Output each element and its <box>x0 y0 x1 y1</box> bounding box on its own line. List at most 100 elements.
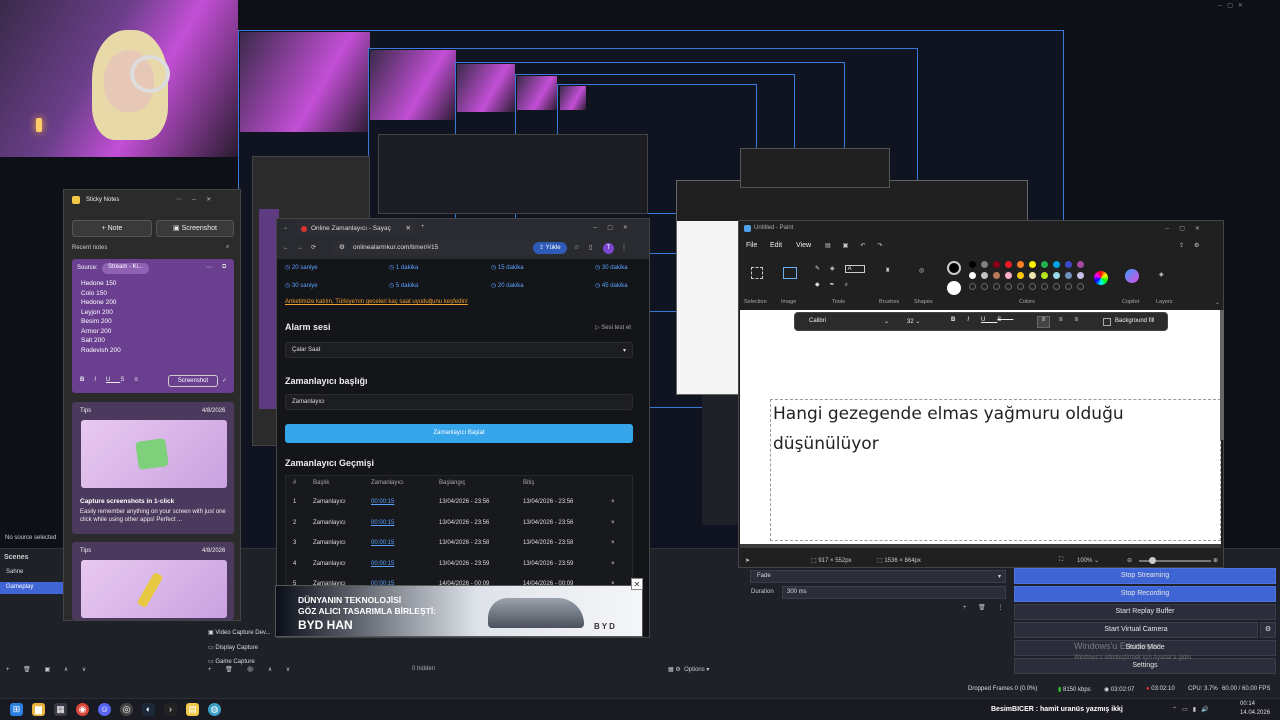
color-swatch[interactable] <box>1065 261 1072 268</box>
zoom-in-icon[interactable]: ⊕ <box>1213 557 1218 564</box>
color-palette[interactable] <box>969 261 1089 297</box>
transition-select[interactable]: Fade ▾ <box>750 570 1006 583</box>
selection-icon[interactable] <box>751 267 763 279</box>
color-swatch[interactable] <box>1005 272 1012 279</box>
color-swatch[interactable] <box>1053 261 1060 268</box>
custom-color-swatch[interactable] <box>1029 283 1036 290</box>
vertical-scrollbar[interactable] <box>1220 310 1224 440</box>
menu-icon[interactable]: ⋮ <box>621 244 627 251</box>
new-tab-icon[interactable]: + <box>421 224 425 230</box>
zoom-out-icon[interactable]: ⊖ <box>1127 557 1132 564</box>
color-swatch[interactable] <box>993 272 1000 279</box>
chrome-icon[interactable]: ◉ <box>76 703 89 716</box>
mixer-options[interactable]: ▦ ⚙ Options ▾ <box>668 666 709 673</box>
chevron-down-icon[interactable]: ⌄ <box>1215 299 1220 306</box>
note-screenshot-button[interactable]: Screenshot <box>168 375 218 387</box>
image-icon[interactable] <box>783 267 797 279</box>
color-swatch[interactable] <box>1065 272 1072 279</box>
color-swatch[interactable] <box>969 272 976 279</box>
share-settings-icons[interactable]: ⇪⚙ <box>1179 242 1209 249</box>
scene-toolbar[interactable]: + 🗑 ▣ ∧ ∨ <box>6 666 92 673</box>
upload-button[interactable]: ⇪ Yükle <box>533 242 567 254</box>
clock-date[interactable]: 14.04.2026 <box>1240 710 1270 716</box>
color-swatch[interactable] <box>1029 272 1036 279</box>
obs-icon[interactable]: ◎ <box>120 703 133 716</box>
steam-icon[interactable]: ◐ <box>142 703 155 716</box>
ad-banner[interactable]: DÜNYANIN TEKNOLOJİSİ GÖZ ALICI TASARIMLA… <box>275 578 643 637</box>
screenshot-button[interactable]: ▣ Screenshot <box>156 220 234 237</box>
color-swatch[interactable] <box>1005 261 1012 268</box>
menu-edit[interactable]: Edit <box>770 242 782 249</box>
open-external-icon[interactable]: ⧉ <box>222 264 226 271</box>
stop-recording-button[interactable]: Stop Recording <box>1014 586 1276 602</box>
style-buttons[interactable]: BIUS <box>951 317 1013 323</box>
custom-color-swatch[interactable] <box>993 283 1000 290</box>
color-swatch[interactable] <box>981 261 988 268</box>
terminal-icon[interactable]: › <box>164 703 177 716</box>
start-replay-buffer-button[interactable]: Start Replay Buffer <box>1014 604 1276 620</box>
nav-buttons[interactable]: ←→⟳ <box>283 244 324 251</box>
duration-input[interactable]: 300 ms <box>782 586 1006 599</box>
menu-file[interactable]: File <box>746 242 757 249</box>
site-info-icon[interactable]: ⚙ <box>339 241 345 255</box>
color-swatch[interactable] <box>1029 261 1036 268</box>
zoom-slider-thumb[interactable] <box>1149 557 1156 564</box>
quick-time-link[interactable]: ◷ 30 saniye <box>285 282 318 289</box>
menu-view[interactable]: View <box>796 242 811 249</box>
source-chip[interactable]: Stream - Ki... <box>102 263 150 274</box>
tab-list-icon[interactable]: ⌄ <box>283 224 288 231</box>
custom-color-swatch[interactable] <box>1041 283 1048 290</box>
color-swatch[interactable] <box>993 261 1000 268</box>
color-swatch[interactable] <box>1077 261 1084 268</box>
custom-color-swatch[interactable] <box>1017 283 1024 290</box>
color-swatch[interactable] <box>1041 272 1048 279</box>
custom-color-swatch[interactable] <box>1065 283 1072 290</box>
delete-row-icon[interactable]: × <box>611 520 615 526</box>
window-controls[interactable]: ─▢✕ <box>593 224 638 231</box>
delete-row-icon[interactable]: × <box>611 540 615 546</box>
scene-item-selected[interactable]: Gameplay <box>0 582 64 594</box>
source-toolbar[interactable]: + 🗑 ⚙ ∧ ∨ <box>208 666 296 673</box>
color-swatch[interactable] <box>1017 261 1024 268</box>
extensions-icon[interactable]: ▯ <box>589 244 592 251</box>
timer-link[interactable]: 00:00:15 <box>371 499 394 505</box>
note-format-toolbar[interactable]: BIUS≡ <box>80 377 148 383</box>
edit-colors-icon[interactable] <box>1094 271 1108 285</box>
timer-link[interactable]: 00:00:15 <box>371 520 394 526</box>
browser-tab[interactable]: Online Zamanlayıcı - Sayaç ✕ <box>297 222 415 236</box>
timer-title-input[interactable]: Zamanlayıcı <box>285 394 633 410</box>
color-1-swatch[interactable] <box>947 261 961 275</box>
quick-time-link[interactable]: ◷ 45 dakika <box>595 282 628 289</box>
custom-color-swatch[interactable] <box>1053 283 1060 290</box>
bookmark-star-icon[interactable]: ☆ <box>574 244 579 251</box>
color-swatch[interactable] <box>1053 272 1060 279</box>
zoom-slider[interactable] <box>1139 557 1211 564</box>
brush-icon[interactable]: ♜ <box>885 267 890 274</box>
horizontal-scrollbar[interactable] <box>740 544 1221 548</box>
note-card[interactable]: Source: Stream - Ki... ⋯ ⧉ Hedone 150 Co… <box>72 259 234 393</box>
font-size-select[interactable]: 32 ⌄ <box>903 316 931 328</box>
shapes-icon[interactable]: ◎ <box>919 267 924 274</box>
store-icon[interactable]: ▦ <box>54 703 67 716</box>
edge-icon[interactable]: ◍ <box>208 703 221 716</box>
color-swatch[interactable] <box>1077 272 1084 279</box>
more-icon[interactable]: ⋯ <box>206 264 212 271</box>
custom-color-swatch[interactable] <box>981 283 988 290</box>
fit-icon[interactable]: ⛶ <box>1059 557 1063 564</box>
profile-avatar[interactable]: T <box>603 243 614 254</box>
alarm-sound-select[interactable]: Çalar Saat ▾ <box>285 342 633 358</box>
clock-time[interactable]: 00:14 <box>1240 701 1255 707</box>
quick-time-link[interactable]: ◷ 20 dakika <box>491 282 524 289</box>
window-controls[interactable]: ─ ▢ ✕ <box>1218 2 1243 9</box>
custom-color-swatch[interactable] <box>1077 283 1084 290</box>
layers-icon[interactable]: ◈ <box>1159 271 1164 278</box>
color-swatch[interactable] <box>969 261 976 268</box>
zoom-select[interactable]: 100% ⌄ <box>1077 557 1099 564</box>
new-note-button[interactable]: + Note <box>72 220 152 237</box>
align-buttons[interactable]: ≡≡ <box>1059 317 1090 323</box>
delete-row-icon[interactable]: × <box>611 561 615 567</box>
paint-canvas[interactable]: Hangi gezegende elmas yağmuru olduğu düş… <box>740 310 1221 548</box>
quick-time-link[interactable]: ◷ 5 dakika <box>389 282 418 289</box>
sound-test-button[interactable]: ▷ Sesi test et <box>595 324 631 331</box>
survey-link[interactable]: Anketimize katılın, Türkiye'nin geceleri… <box>285 299 468 305</box>
